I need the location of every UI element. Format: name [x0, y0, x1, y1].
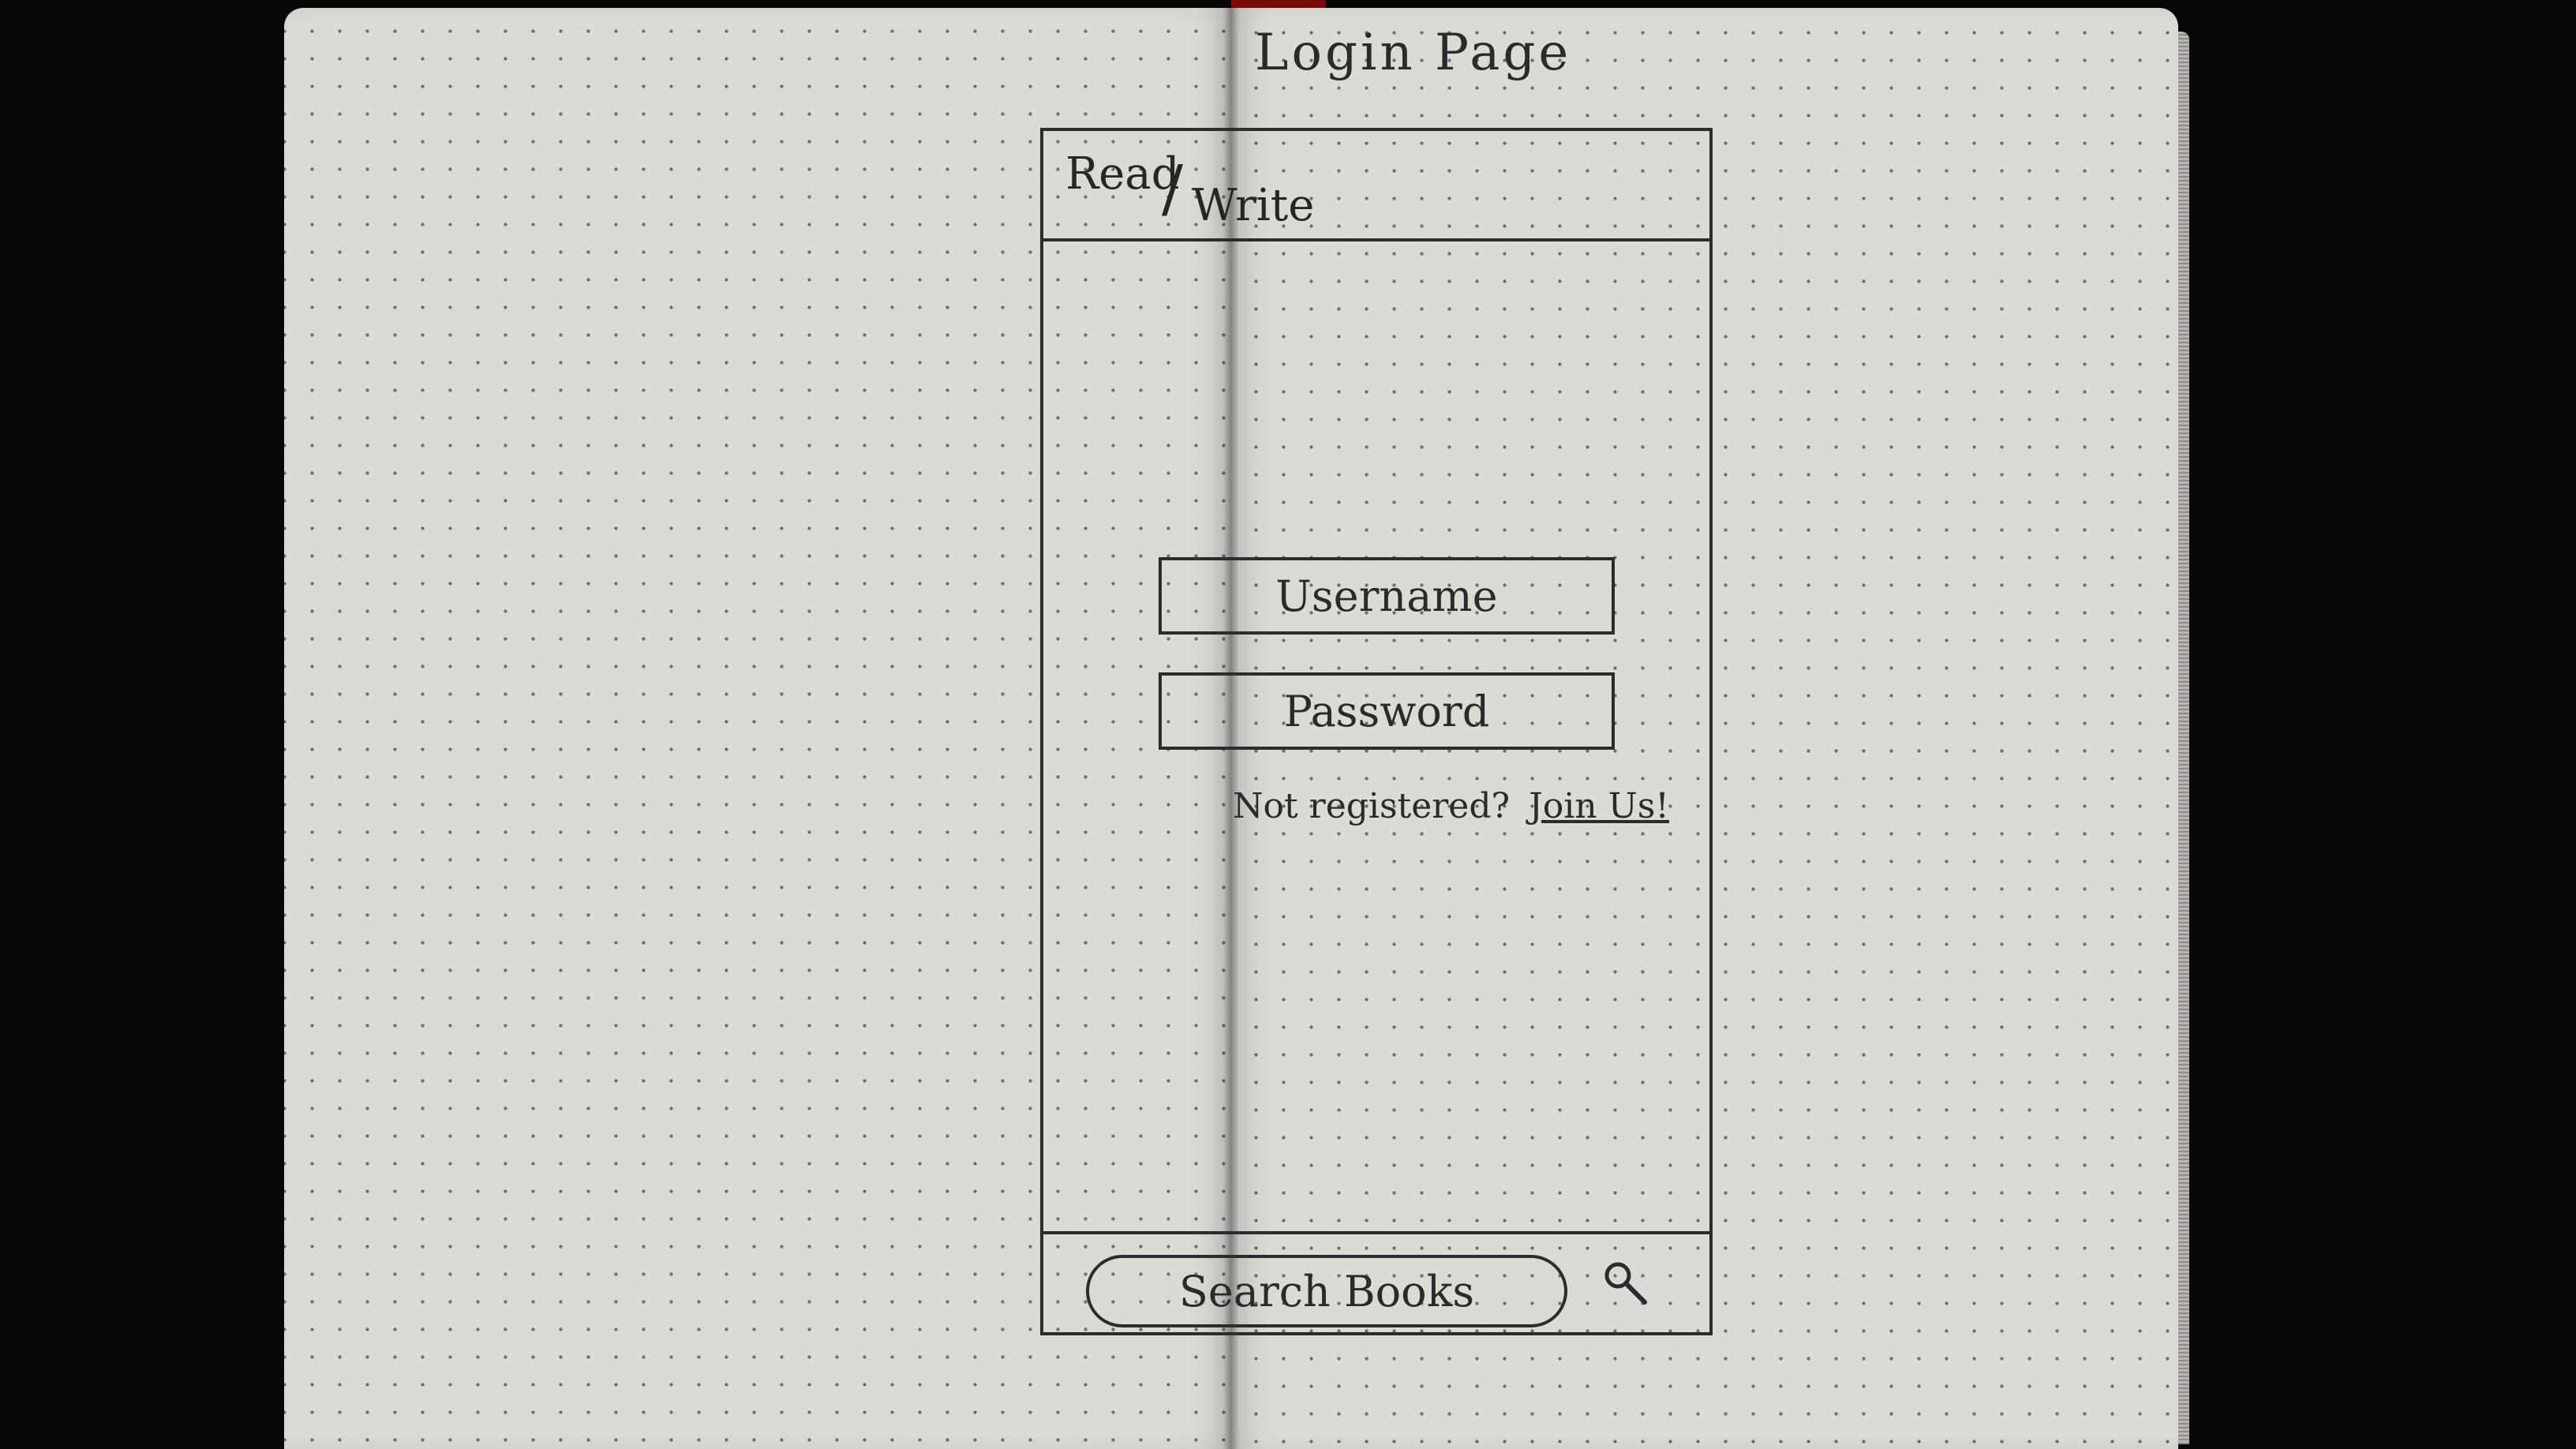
bottom-search-bar: Search Books — [1043, 1231, 1709, 1332]
username-placeholder: Username — [1275, 571, 1498, 621]
password-field[interactable]: Password — [1159, 672, 1615, 750]
photo-scene: Login Page Read / Write Username Passwor… — [0, 0, 2576, 1449]
phone-wireframe: Read / Write Username Password Not regis… — [1040, 128, 1713, 1335]
sketch-title: Login Page — [1255, 24, 1572, 82]
register-prompt-line: Not registered? Join Us! — [1233, 786, 1669, 826]
password-placeholder: Password — [1283, 686, 1490, 736]
search-icon[interactable] — [1601, 1258, 1649, 1307]
username-field[interactable]: Username — [1159, 557, 1615, 635]
search-books-input[interactable]: Search Books — [1086, 1255, 1567, 1327]
brand-write: Write — [1192, 180, 1315, 231]
page-edges — [2178, 32, 2189, 1444]
brand-slash: / — [1162, 152, 1183, 225]
register-prompt: Not registered? — [1233, 786, 1511, 826]
search-placeholder: Search Books — [1178, 1266, 1475, 1316]
join-us-link[interactable]: Join Us! — [1529, 786, 1669, 826]
app-header: Read / Write — [1043, 131, 1709, 242]
